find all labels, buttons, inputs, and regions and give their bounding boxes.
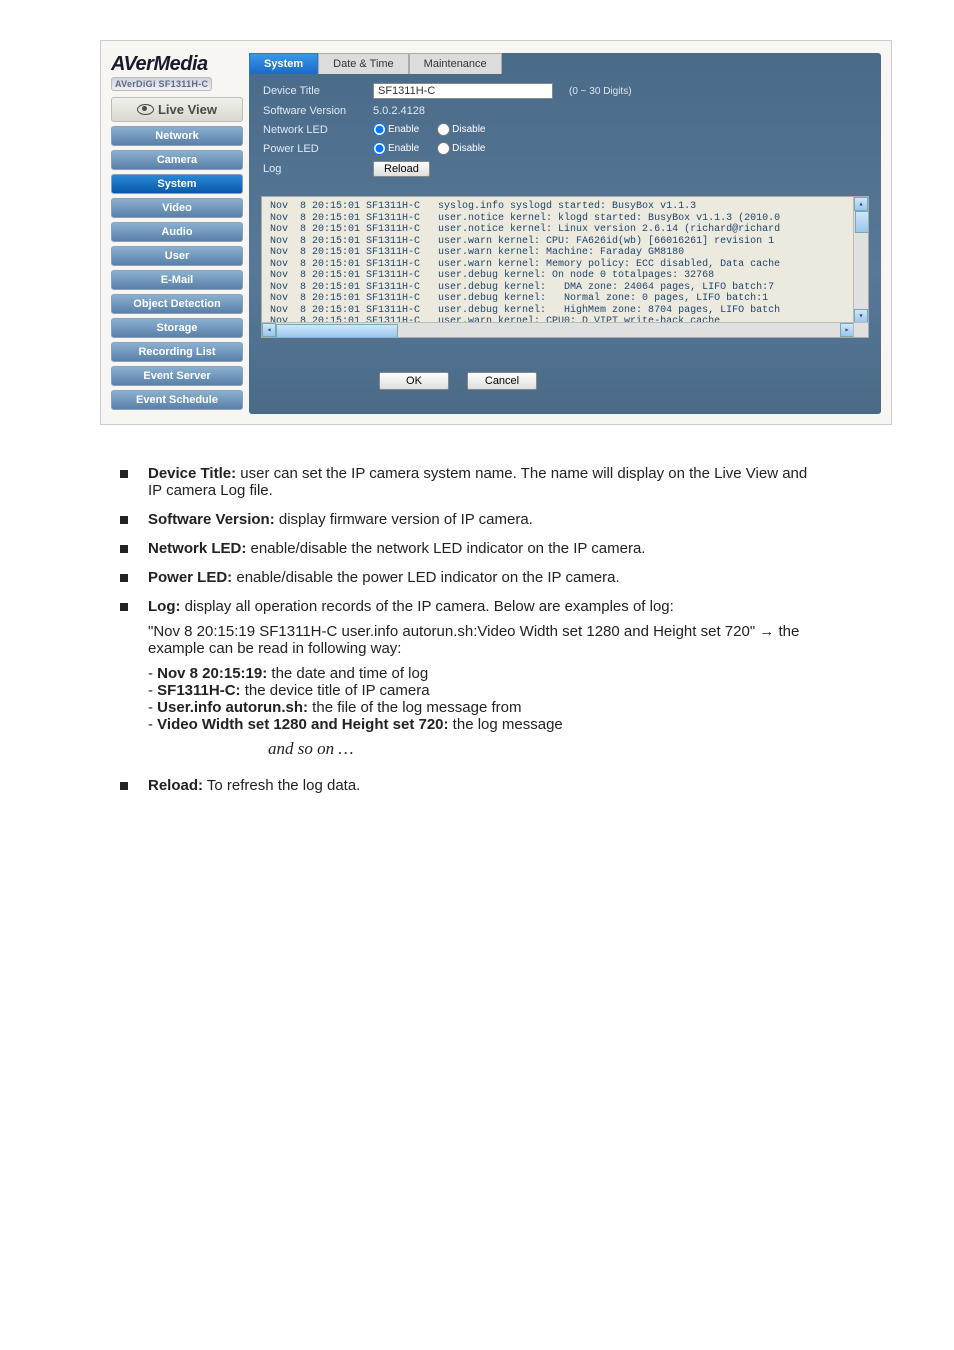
brand-logo: AVerMedia bbox=[111, 53, 243, 76]
sidebar-item-e-mail[interactable]: E-Mail bbox=[111, 270, 243, 290]
scroll-down-arrow-icon[interactable]: ▾ bbox=[854, 309, 868, 323]
sidebar-item-system[interactable]: System bbox=[111, 174, 243, 194]
bullet-icon bbox=[120, 574, 128, 582]
sidebar-item-recording-list[interactable]: Recording List bbox=[111, 342, 243, 362]
scroll-up-arrow-icon[interactable]: ▴ bbox=[854, 197, 868, 211]
network-led-enable-radio[interactable] bbox=[373, 123, 386, 136]
bullet-icon bbox=[120, 516, 128, 524]
bullet-icon bbox=[120, 603, 128, 611]
vertical-scrollbar[interactable]: ▴ ▾ bbox=[853, 197, 868, 323]
screenshot-panel: AVerMedia AVerDiGi SF1311H-C Live View N… bbox=[100, 40, 892, 425]
software-version-label: Software Version bbox=[263, 105, 373, 117]
power-led-disable-radio[interactable] bbox=[437, 142, 450, 155]
sidebar-live-label: Live View bbox=[158, 102, 217, 117]
content-panel: SystemDate & TimeMaintenance Device Titl… bbox=[249, 53, 881, 414]
tab-date-time[interactable]: Date & Time bbox=[318, 53, 409, 74]
device-title-label: Device Title bbox=[263, 85, 373, 97]
power-led-enable-radio[interactable] bbox=[373, 142, 386, 155]
scroll-left-arrow-icon[interactable]: ◂ bbox=[262, 323, 276, 337]
and-so-on: and so on … bbox=[268, 739, 814, 759]
sidebar-item-video[interactable]: Video bbox=[111, 198, 243, 218]
vertical-scroll-thumb[interactable] bbox=[855, 211, 869, 233]
sidebar-item-event-schedule[interactable]: Event Schedule bbox=[111, 390, 243, 410]
sidebar-item-network[interactable]: Network bbox=[111, 126, 243, 146]
horizontal-scroll-thumb[interactable] bbox=[276, 324, 398, 338]
sidebar-item-object-detection[interactable]: Object Detection bbox=[111, 294, 243, 314]
sidebar-item-user[interactable]: User bbox=[111, 246, 243, 266]
brand: AVerMedia AVerDiGi SF1311H-C bbox=[111, 53, 243, 91]
bullet-icon bbox=[120, 782, 128, 790]
device-title-input[interactable] bbox=[373, 83, 553, 99]
scroll-right-arrow-icon[interactable]: ▸ bbox=[840, 323, 854, 337]
sidebar: AVerMedia AVerDiGi SF1311H-C Live View N… bbox=[111, 53, 249, 414]
software-version-value: 5.0.2.4128 bbox=[373, 105, 425, 117]
bullet-icon bbox=[120, 545, 128, 553]
device-title-hint: (0 ~ 30 Digits) bbox=[569, 86, 632, 97]
bullet-icon bbox=[120, 470, 128, 478]
network-led-label: Network LED bbox=[263, 124, 373, 136]
tab-maintenance[interactable]: Maintenance bbox=[409, 53, 502, 74]
ok-button[interactable]: OK bbox=[379, 372, 449, 390]
cancel-button[interactable]: Cancel bbox=[467, 372, 537, 390]
sidebar-item-camera[interactable]: Camera bbox=[111, 150, 243, 170]
sidebar-item-event-server[interactable]: Event Server bbox=[111, 366, 243, 386]
brand-model: AVerDiGi SF1311H-C bbox=[111, 77, 212, 91]
log-label: Log bbox=[263, 163, 373, 175]
network-led-disable-radio[interactable] bbox=[437, 123, 450, 136]
horizontal-scrollbar[interactable]: ◂ ▸ bbox=[262, 322, 854, 337]
tab-system[interactable]: System bbox=[249, 53, 318, 74]
power-led-label: Power LED bbox=[263, 143, 373, 155]
eye-icon bbox=[137, 104, 154, 115]
log-box: Nov 8 20:15:01 SF1311H-C syslog.info sys… bbox=[261, 196, 869, 338]
tab-bar: SystemDate & TimeMaintenance bbox=[249, 53, 881, 74]
sidebar-live-view[interactable]: Live View bbox=[111, 97, 243, 122]
scrollbar-corner bbox=[853, 322, 868, 337]
sidebar-item-audio[interactable]: Audio bbox=[111, 222, 243, 242]
document-body: Device Title: user can set the IP camera… bbox=[120, 465, 814, 794]
reload-button[interactable]: Reload bbox=[373, 161, 430, 177]
sidebar-item-storage[interactable]: Storage bbox=[111, 318, 243, 338]
log-text: Nov 8 20:15:01 SF1311H-C syslog.info sys… bbox=[262, 197, 868, 323]
